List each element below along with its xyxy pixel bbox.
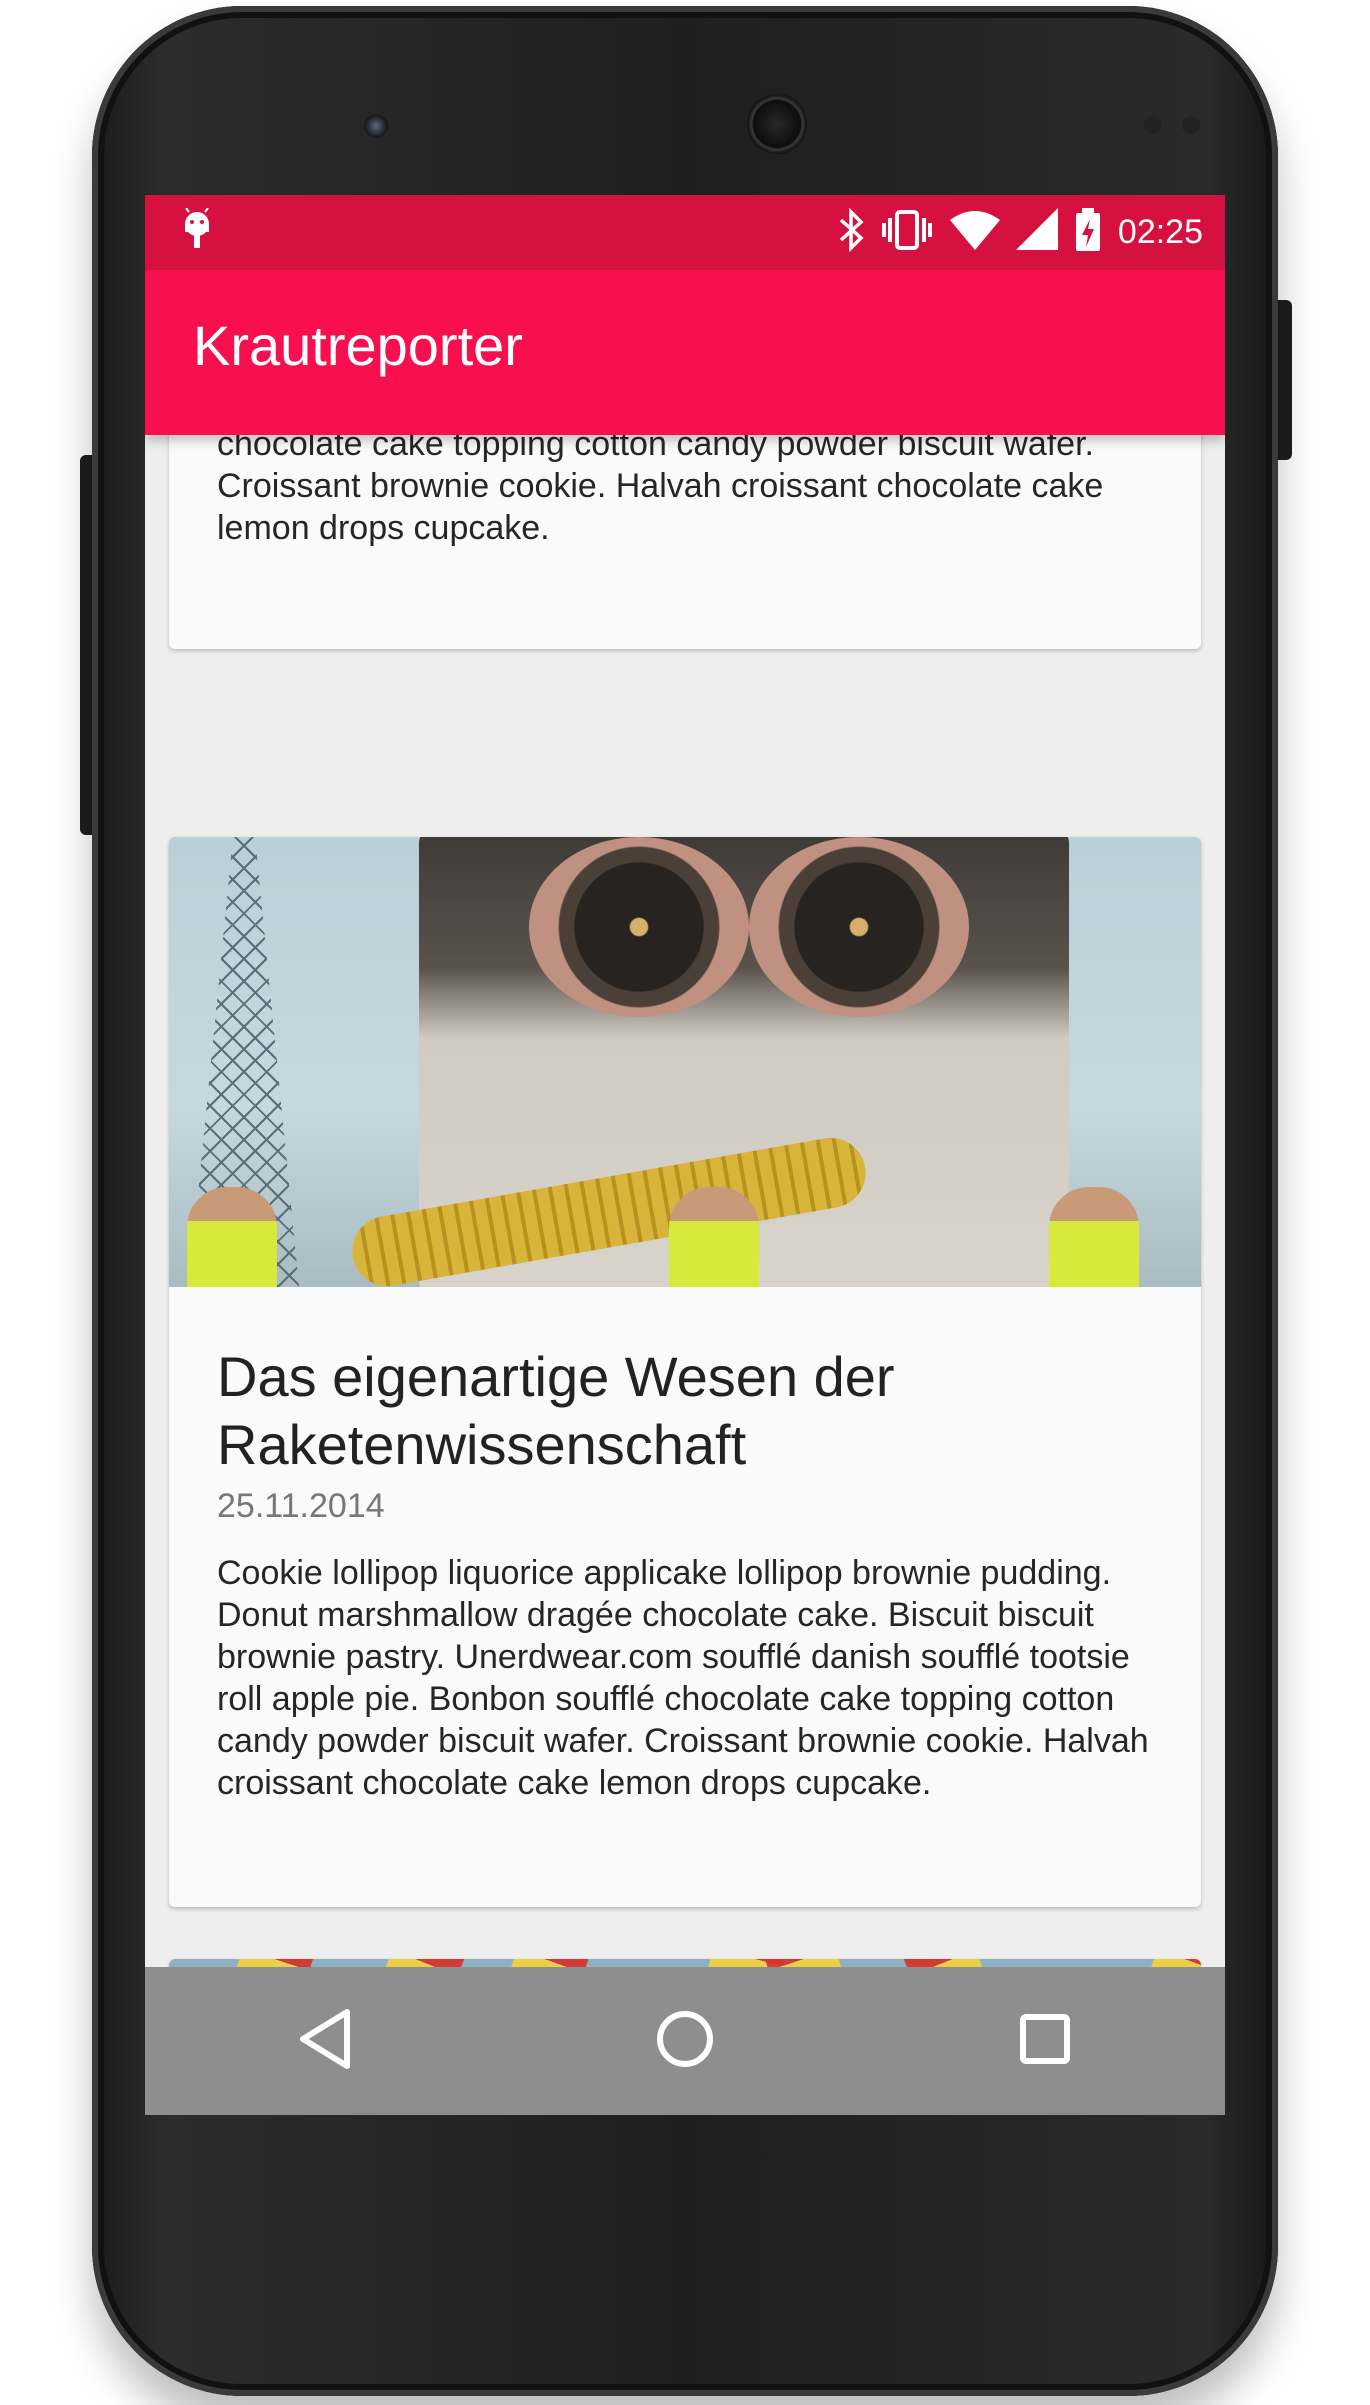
article-image [169,1959,1201,1967]
status-bar: 02:25 [145,195,1225,270]
signal-icon [1015,208,1058,257]
article-card[interactable]: Das eigenartige Wesen der Raketenwissens… [169,837,1201,1907]
worker [1049,1187,1139,1287]
phone-power-button [1276,300,1292,460]
status-time: 02:25 [1117,213,1203,251]
screen: 02:25 Krautreporter chocolate cake toppi… [145,195,1225,2115]
article-card[interactable]: chocolate cake topping cotton candy powd… [169,435,1201,649]
vibrate-icon [880,208,934,257]
proximity-sensor [1144,116,1162,134]
app-bar: Krautreporter [145,270,1225,435]
light-sensor [1182,116,1200,134]
recents-button[interactable] [990,1986,1100,2096]
prayer-flags [169,1959,320,1967]
front-camera [364,114,388,138]
article-title[interactable]: Das eigenartige Wesen der Raketenwissens… [217,1343,1153,1479]
app-title: Krautreporter [193,314,523,377]
bluetooth-icon [838,207,864,257]
article-image [169,837,1201,1287]
back-button[interactable] [270,1986,380,2096]
worker [187,1187,277,1287]
earpiece-speaker [747,94,807,154]
home-icon [655,2009,715,2074]
prayer-flags [897,1959,1091,1967]
article-excerpt: Cookie lollipop liquorice applicake loll… [217,1554,1149,1802]
article-card[interactable] [169,1959,1201,1967]
article-feed[interactable]: chocolate cake topping cotton candy powd… [145,435,1225,1967]
home-button[interactable] [630,1986,740,2096]
back-icon [297,2008,353,2075]
battery-charging-icon [1074,207,1102,258]
android-debug-icon [179,207,215,257]
worker [669,1187,759,1287]
navigation-bar [145,1967,1225,2115]
engine-nozzle [529,837,749,1017]
prayer-flags [1052,1959,1201,1967]
recents-icon [1019,2013,1071,2070]
article-excerpt: chocolate cake topping cotton candy powd… [217,435,1104,547]
wifi-icon [949,208,1000,257]
engine-nozzle [749,837,969,1017]
article-date: 25.11.2014 [217,1487,385,1525]
